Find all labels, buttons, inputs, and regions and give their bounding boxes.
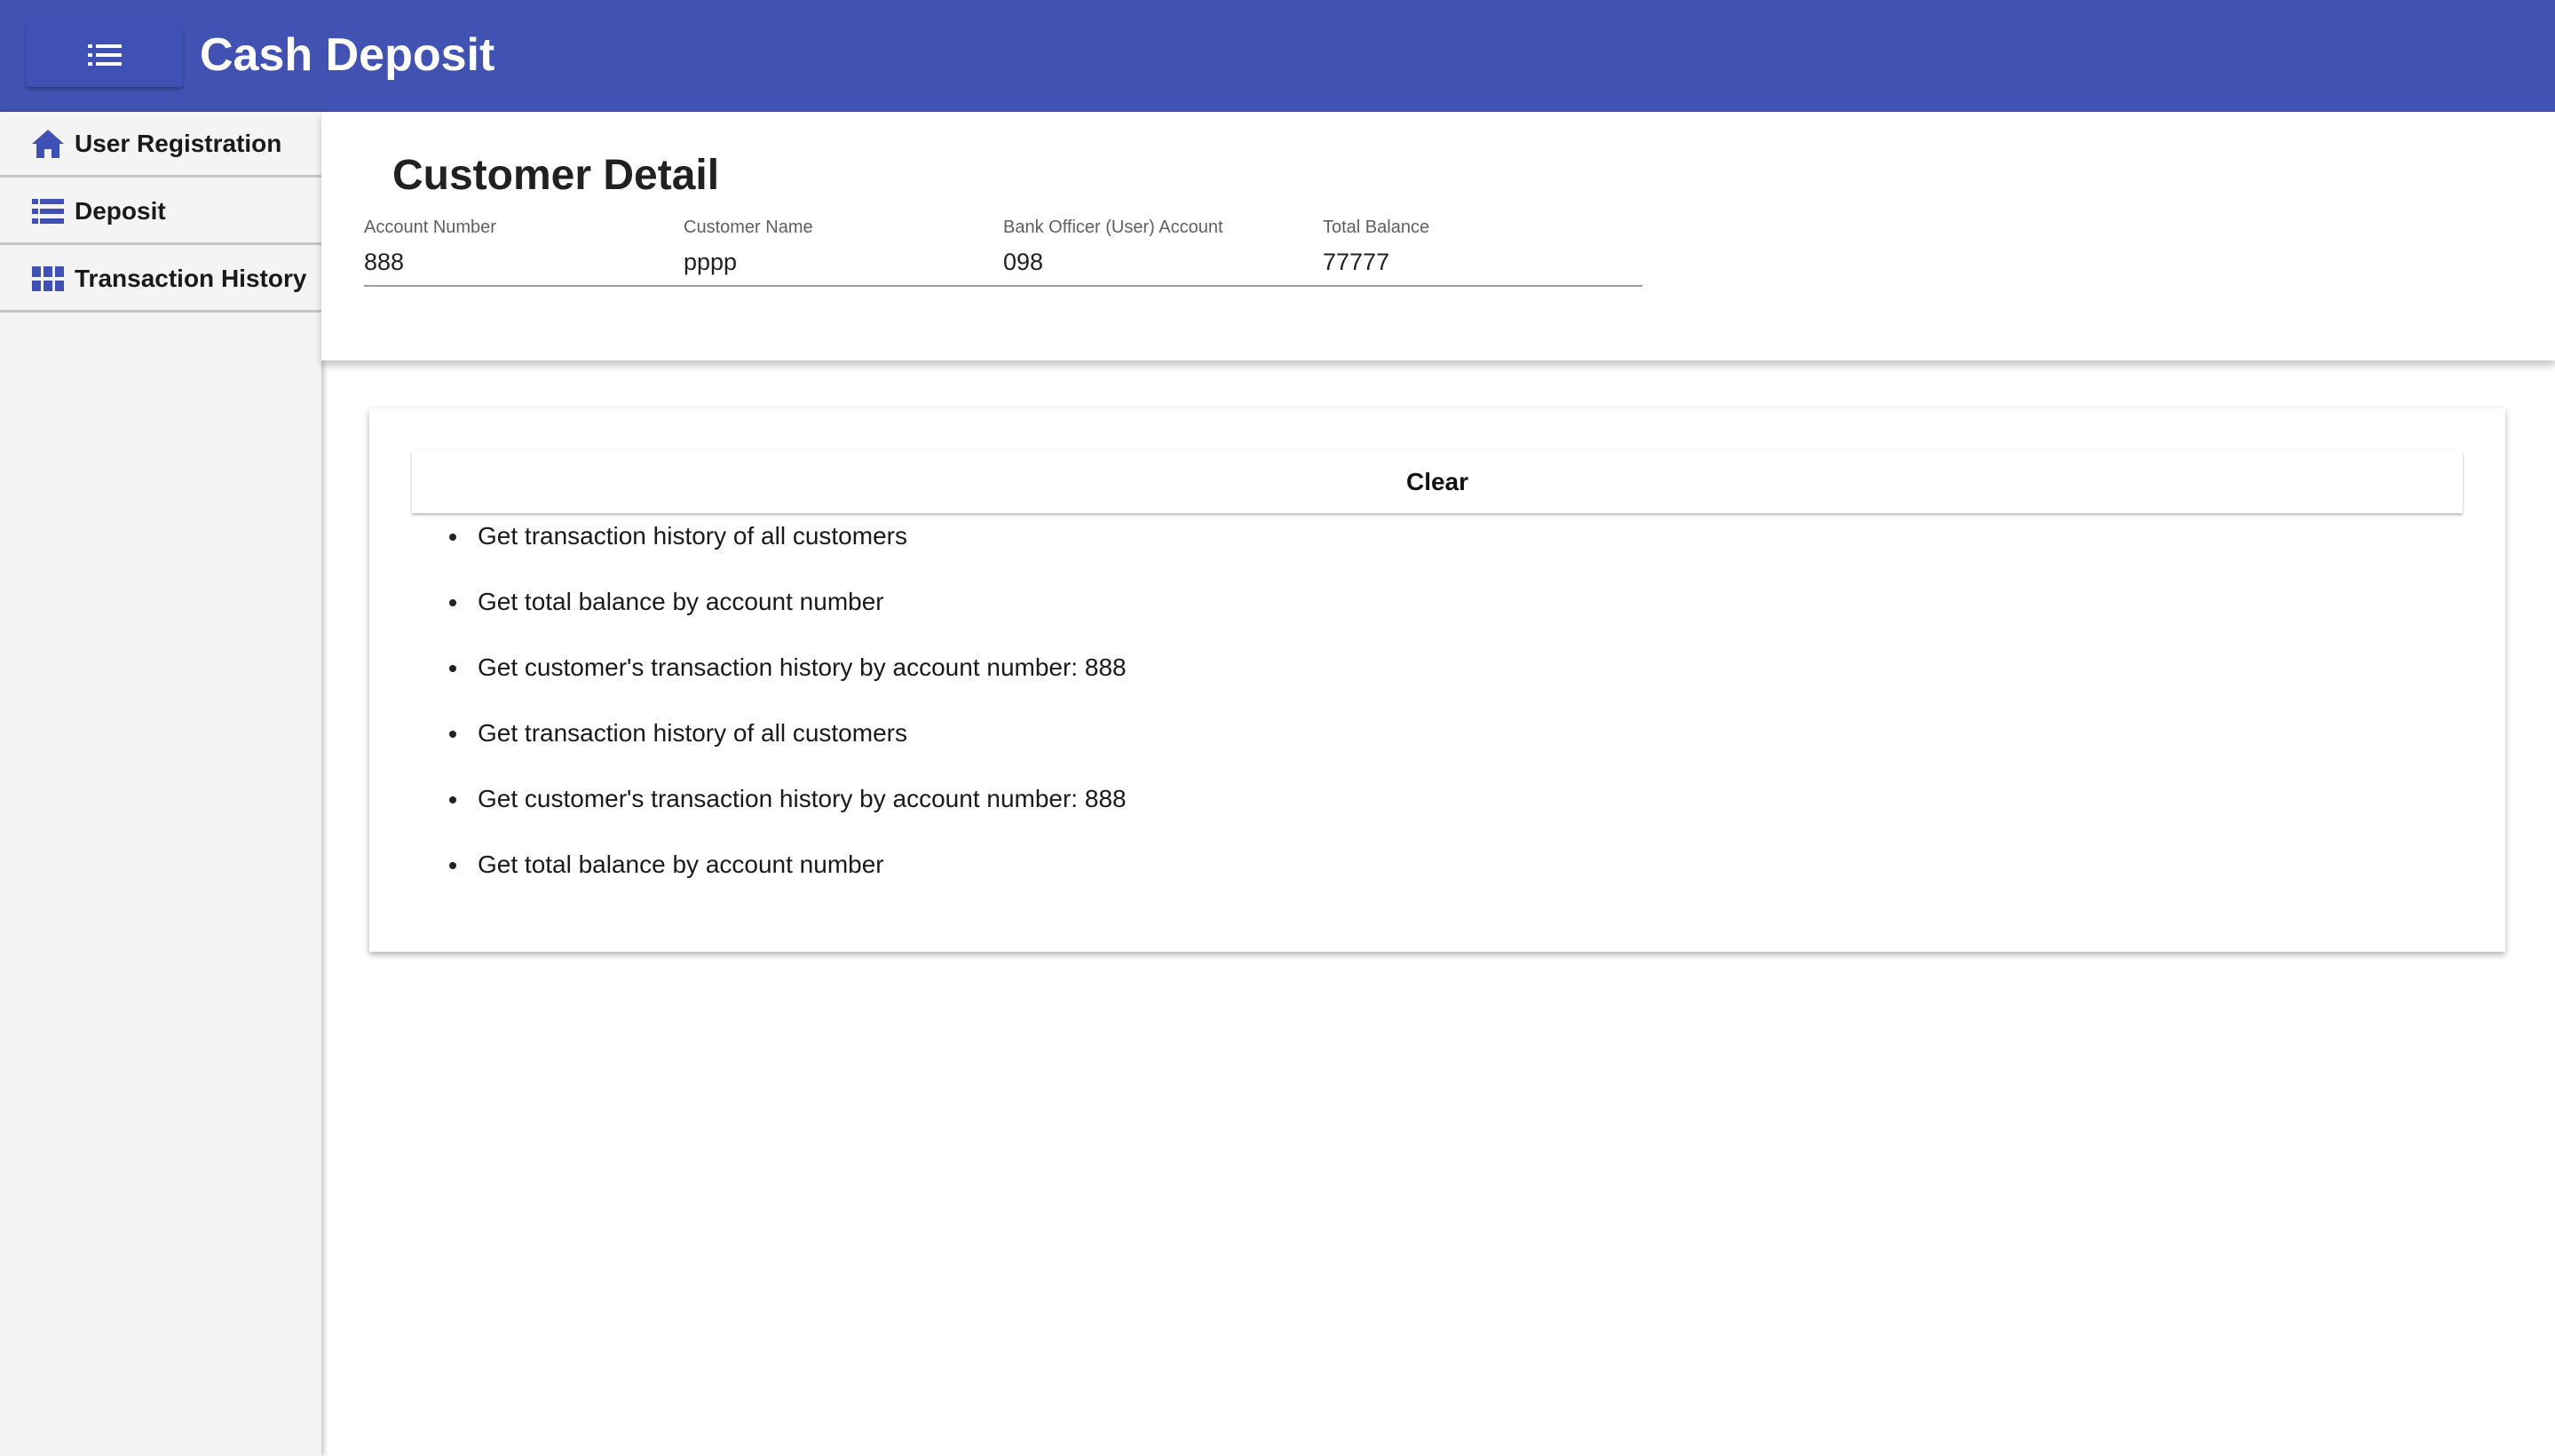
menu-button[interactable] [26, 23, 183, 87]
customer-name-label: Customer Name [684, 218, 813, 237]
bank-officer-account-field: Bank Officer (User) Account 098 [1003, 216, 1305, 276]
log-entry-text: Get customer's transaction history by ac… [478, 653, 1127, 681]
sidebar-item-label: Deposit [75, 196, 166, 225]
log-entry-text: Get transaction history of all customers [478, 522, 907, 550]
sidebar-item-deposit[interactable]: Deposit [0, 179, 321, 245]
clear-button[interactable]: Clear [412, 451, 2463, 513]
home-icon [30, 126, 66, 162]
log-list: Get transaction history of all customers… [449, 517, 1127, 911]
app-title: Cash Deposit [200, 29, 495, 81]
total-balance-label: Total Balance [1323, 218, 1430, 237]
bullet-icon [449, 731, 456, 738]
customer-detail-panel: Customer Detail Account Number 888 Custo… [321, 112, 2555, 360]
list-icon [87, 44, 122, 66]
total-balance-value: 77777 [1323, 249, 1390, 275]
app-bar: Cash Deposit [0, 0, 2555, 112]
transaction-log-card: Clear Get transaction history of all cus… [369, 408, 2505, 952]
bullet-icon [449, 599, 456, 606]
sidebar-item-transaction-history[interactable]: Transaction History [0, 247, 321, 313]
list-item: Get transaction history of all customers [449, 517, 1127, 582]
bullet-icon [449, 796, 456, 803]
sidebar-item-user-registration[interactable]: User Registration [0, 112, 321, 178]
bullet-icon [449, 665, 456, 672]
bullet-icon [449, 862, 456, 869]
customer-name-field: Customer Name pppp [684, 216, 985, 276]
customer-fields: Account Number 888 Customer Name pppp Ba… [364, 216, 1642, 287]
account-number-field: Account Number 888 [364, 216, 666, 276]
page-title: Customer Detail [392, 152, 720, 199]
bullet-icon [449, 534, 456, 541]
bank-officer-account-value: 098 [1003, 249, 1044, 275]
account-number-value: 888 [364, 249, 405, 275]
total-balance-field: Total Balance 77777 [1323, 216, 1625, 276]
customer-name-value: pppp [684, 249, 738, 275]
account-number-label: Account Number [364, 218, 496, 237]
sidebar-item-label: User Registration [75, 129, 282, 157]
list-item: Get transaction history of all customers [449, 714, 1127, 779]
log-entry-text: Get total balance by account number [478, 851, 884, 878]
list-icon [30, 194, 66, 229]
grid-icon [30, 261, 66, 297]
log-entry-text: Get customer's transaction history by ac… [478, 785, 1127, 812]
bank-officer-account-label: Bank Officer (User) Account [1003, 218, 1223, 237]
log-entry-text: Get transaction history of all customers [478, 719, 907, 747]
list-item: Get customer's transaction history by ac… [449, 648, 1127, 714]
list-item: Get total balance by account number [449, 582, 1127, 648]
list-item: Get customer's transaction history by ac… [449, 779, 1127, 845]
log-entry-text: Get total balance by account number [478, 588, 884, 615]
list-item: Get total balance by account number [449, 845, 1127, 911]
sidebar: User Registration Deposit Transaction Hi… [0, 112, 321, 1456]
sidebar-item-label: Transaction History [75, 264, 307, 292]
